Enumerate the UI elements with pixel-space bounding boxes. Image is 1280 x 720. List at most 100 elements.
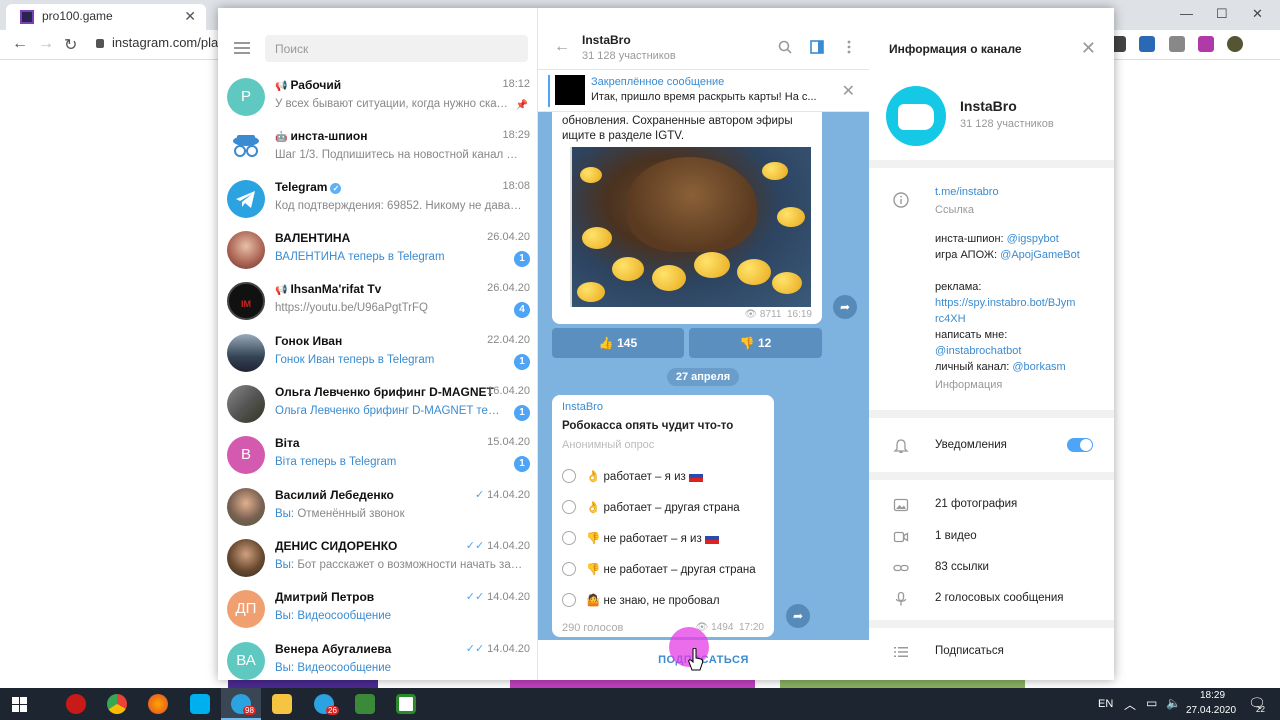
voice-count[interactable]: 2 голосовых сообщения: [935, 592, 1064, 604]
chat-preview: Віта теперь в Telegram: [275, 456, 397, 468]
poll-question: Робокасса опять чудит что-то: [562, 420, 734, 432]
personal-link[interactable]: @borkasm: [1012, 361, 1065, 373]
capybara-photo[interactable]: [570, 147, 811, 307]
chat-name: Дмитрий Петров: [275, 590, 375, 604]
chat-item-dmitriy[interactable]: ДП Дмитрий Петров ✓✓ 14.04.20 Вы: Видеосо…: [218, 586, 538, 637]
more-vertical-icon[interactable]: [842, 40, 856, 54]
pin-icon: 📌: [515, 100, 528, 111]
share-icon[interactable]: ➦: [833, 295, 857, 319]
skype-icon[interactable]: [190, 694, 210, 714]
firefox-icon[interactable]: [148, 694, 168, 714]
poll-option[interactable]: 👌 работает – другая страна: [562, 500, 740, 520]
chat-item-olga[interactable]: Ольга Левченко брифинг D-MAGNET 16.04.20…: [218, 381, 538, 432]
lock-icon: [96, 39, 104, 48]
app-icon[interactable]: [396, 694, 416, 714]
clock-time[interactable]: 18:29: [1200, 690, 1225, 701]
chat-item-valentina[interactable]: ВАЛЕНТИНА 26.04.20 ВАЛЕНТИНА теперь в Te…: [218, 227, 538, 278]
search-input[interactable]: [265, 35, 528, 62]
radio-button[interactable]: [562, 469, 576, 483]
capybara-body: [627, 157, 757, 252]
pinned-message[interactable]: Закреплённое сообщение Итак, пришло врем…: [538, 70, 869, 112]
write-link[interactable]: @instabrochatbot: [935, 345, 1021, 357]
read-check-icon: ✓✓: [465, 540, 485, 552]
profile-avatar-icon[interactable]: [1227, 36, 1244, 52]
poll-message: InstaBro Робокасса опять чудит что-то Ан…: [552, 395, 774, 637]
channel-title[interactable]: InstaBro: [582, 33, 631, 47]
subscribe-link[interactable]: Подписаться: [935, 645, 1004, 657]
dislike-reaction-button[interactable]: 👎 12: [689, 328, 822, 358]
avatar: [227, 231, 265, 269]
search-icon[interactable]: [778, 40, 792, 54]
radio-button[interactable]: [562, 531, 576, 545]
poll-option[interactable]: 🤷 не знаю, не пробовал: [562, 593, 720, 613]
close-pinned-icon[interactable]: ✕: [842, 81, 855, 101]
poll-option[interactable]: 👌 работает – я из: [562, 469, 707, 489]
back-arrow-icon[interactable]: ←: [554, 38, 570, 56]
radio-button[interactable]: [562, 593, 576, 607]
chat-item-rabochiy[interactable]: Р 📢 Рабочий 18:12 У всех бывают ситуации,…: [218, 74, 538, 125]
bot-link[interactable]: @ApojGameBot: [1000, 249, 1080, 261]
extension-icon[interactable]: [1198, 36, 1215, 52]
notifications-toggle[interactable]: [1067, 438, 1093, 452]
minimize-window-icon[interactable]: —: [1180, 6, 1193, 21]
chat-preview: Вы: Видеосообщение: [275, 610, 392, 622]
like-reaction-button[interactable]: 👍 145: [552, 328, 684, 358]
chat-item-vita[interactable]: В Віта 15.04.20 Віта теперь в Telegram 1: [218, 432, 538, 483]
telegram-badge: 98: [243, 706, 256, 715]
reload-icon[interactable]: ↻: [64, 35, 77, 55]
windows-start-icon[interactable]: [12, 697, 27, 712]
extension-icons: [1110, 36, 1253, 55]
back-icon[interactable]: ←: [12, 35, 28, 53]
network-icon[interactable]: ▭: [1146, 696, 1157, 710]
file-explorer-icon[interactable]: [272, 694, 292, 714]
channel-icon: 📢: [275, 81, 288, 92]
close-icon[interactable]: ✕: [1081, 38, 1096, 59]
avatar: [227, 539, 265, 577]
write-label: написать мне:: [935, 329, 1008, 341]
maximize-window-icon[interactable]: ☐: [1216, 6, 1228, 22]
browser-tab[interactable]: pro100.game ✕: [6, 4, 206, 30]
opera-icon[interactable]: [66, 694, 86, 714]
ok-hand-icon: 👌: [586, 502, 601, 514]
poll-option[interactable]: 👎 не работает – я из: [562, 531, 723, 551]
chat-item-gonok-ivan[interactable]: Гонок Иван 22.04.20 Гонок Иван теперь в …: [218, 330, 538, 381]
chat-item-insta-spy[interactable]: 🤖 инста-шпион 18:29 Шаг 1/3. Подпишитесь …: [218, 125, 538, 176]
address-bar[interactable]: instagram.com/plas: [96, 35, 225, 50]
volume-icon[interactable]: 🔈: [1166, 696, 1181, 710]
radio-button[interactable]: [562, 500, 576, 514]
photos-count[interactable]: 21 фотография: [935, 498, 1017, 510]
ads-label: реклама:: [935, 281, 982, 293]
close-tab-icon[interactable]: ✕: [184, 8, 196, 25]
chrome-icon[interactable]: [107, 694, 127, 714]
camtasia-icon[interactable]: [355, 694, 375, 714]
channel-link[interactable]: t.me/instabro: [935, 186, 999, 198]
close-window-icon[interactable]: ✕: [1252, 6, 1263, 22]
message-text: обновления. Сохраненные автором эфиры ищ…: [562, 115, 793, 142]
links-count[interactable]: 83 ссылки: [935, 561, 989, 573]
radio-button[interactable]: [562, 562, 576, 576]
chat-item-venera[interactable]: ВА Венера Абугалиева ✓✓ 14.04.20 Вы: Виде…: [218, 638, 538, 680]
hamburger-menu-icon[interactable]: [234, 42, 250, 54]
language-indicator[interactable]: EN: [1098, 698, 1113, 710]
chat-item-vasiliy[interactable]: Василий Лебеденко ✓ 14.04.20 Вы: Отменённ…: [218, 484, 538, 535]
extension-icon[interactable]: [1139, 36, 1156, 52]
chat-name: Telegram ✓: [275, 180, 342, 194]
poll-option[interactable]: 👎 не работает – другая страна: [562, 562, 756, 582]
extension-icon[interactable]: [1168, 36, 1185, 52]
clock-date[interactable]: 27.04.2020: [1186, 705, 1236, 716]
chevron-up-icon[interactable]: ︿: [1124, 696, 1136, 713]
info-title: Информация о канале: [889, 42, 1022, 56]
sidebar-toggle-icon[interactable]: [810, 40, 824, 54]
chat-item-telegram[interactable]: Telegram ✓ 18:08 Код подтверждения: 69852…: [218, 176, 538, 227]
chat-time: ✓ 14.04.20: [474, 489, 530, 501]
lemon: [762, 162, 788, 180]
channel-avatar[interactable]: [886, 86, 946, 146]
share-icon[interactable]: ➦: [786, 604, 810, 628]
bot-link[interactable]: @igspybot: [1007, 233, 1059, 245]
chat-item-denis[interactable]: ДЕНИС СИДОРЕНКО ✓✓ 14.04.20 Вы: Бот расск…: [218, 535, 538, 586]
forward-icon[interactable]: →: [38, 35, 54, 53]
ads-link[interactable]: https://spy.instabro.bot/BJym: [935, 297, 1075, 309]
ads-link-cont[interactable]: rc4XH: [935, 313, 966, 325]
videos-count[interactable]: 1 видео: [935, 530, 977, 542]
chat-item-ihsan[interactable]: IM 📢 IhsanMa'rifat Tv 26.04.20 https://yo…: [218, 278, 538, 329]
